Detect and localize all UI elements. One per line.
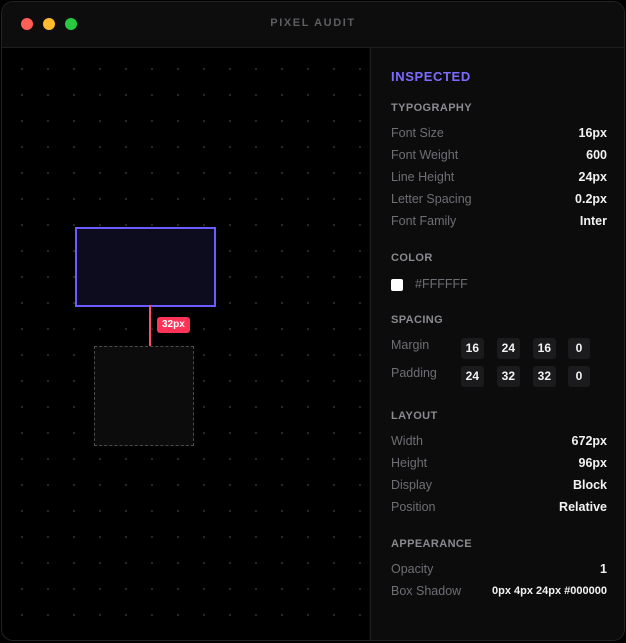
property-label: Width	[391, 434, 423, 448]
property-value: 0px 4px 24px #000000	[492, 585, 607, 597]
property-label: Font Size	[391, 126, 444, 140]
inspector-panel: INSPECTED TYPOGRAPHY Font Size 16px Font…	[370, 48, 624, 640]
margin-left-chip: 0	[568, 338, 590, 359]
property-row: Font Family Inter	[391, 214, 607, 232]
property-value: Block	[572, 478, 607, 492]
property-value: 24px	[578, 170, 608, 184]
property-row: Letter Spacing 0.2px	[391, 192, 607, 210]
layout-heading: LAYOUT	[391, 410, 438, 422]
margin-label: Margin	[391, 338, 430, 352]
padding-bottom-chip: 32	[532, 366, 556, 387]
padding-top-chip: 24	[460, 366, 484, 387]
margin-bottom-chip: 16	[532, 338, 556, 359]
property-label: Display	[391, 478, 432, 492]
property-label: Height	[391, 456, 428, 470]
property-row: Line Height 24px	[391, 170, 607, 188]
padding-right-chip: 32	[496, 366, 520, 387]
padding-row: Padding 24 32 32 0	[391, 366, 607, 387]
spacing-measure-line	[149, 305, 151, 346]
property-label: Letter Spacing	[391, 192, 472, 206]
property-label: Line Height	[391, 170, 455, 184]
selected-element[interactable]	[75, 227, 216, 307]
property-label: Font Family	[391, 214, 457, 228]
property-value: 600	[586, 148, 607, 162]
property-label: Font Weight	[391, 148, 459, 162]
property-value: 1	[600, 562, 607, 576]
margin-row: Margin 16 24 16 0	[391, 338, 607, 359]
title-bar: PIXEL AUDIT	[2, 2, 624, 48]
property-value: 96px	[578, 456, 608, 470]
property-value: 0.2px	[575, 192, 607, 206]
property-row: Box Shadow 0px 4px 24px #000000	[391, 584, 607, 602]
margin-top-chip: 16	[460, 338, 484, 359]
typography-heading: TYPOGRAPHY	[391, 102, 473, 114]
property-value: Inter	[579, 214, 607, 228]
window-title: PIXEL AUDIT	[270, 17, 356, 29]
property-label: Box Shadow	[391, 584, 462, 598]
spacing-measure-badge: 32px	[157, 317, 190, 333]
spacing-heading: SPACING	[391, 314, 444, 326]
property-value: 672px	[571, 434, 607, 448]
property-label: Position	[391, 500, 436, 514]
property-row: Font Size 16px	[391, 126, 607, 144]
property-row: Font Weight 600	[391, 148, 607, 166]
property-row: Display Block	[391, 478, 607, 496]
property-label: Opacity	[391, 562, 434, 576]
sibling-element[interactable]	[94, 346, 194, 446]
property-row: Position Relative	[391, 500, 607, 518]
property-value: Relative	[559, 500, 607, 514]
property-row: Width 672px	[391, 434, 607, 452]
property-value: 16px	[578, 126, 608, 140]
property-row: Opacity 1	[391, 562, 607, 580]
color-hex-value: #FFFFFF	[415, 277, 468, 291]
padding-label: Padding	[391, 366, 437, 380]
design-canvas[interactable]: 32px	[2, 48, 369, 640]
padding-left-chip: 0	[568, 366, 590, 387]
app-window: PIXEL AUDIT 32px INSPECTED TYPOGRAPHY Fo…	[1, 1, 625, 641]
property-row: Height 96px	[391, 456, 607, 474]
margin-right-chip: 24	[496, 338, 520, 359]
inspector-title: INSPECTED	[391, 69, 471, 84]
appearance-heading: APPEARANCE	[391, 538, 473, 550]
color-swatch[interactable]	[391, 279, 403, 291]
color-heading: COLOR	[391, 252, 433, 264]
